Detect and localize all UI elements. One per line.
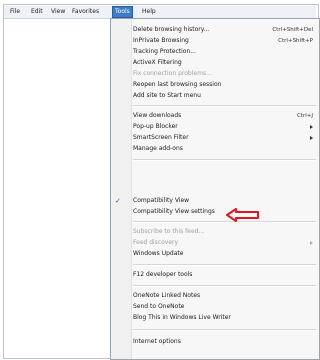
menu-tools[interactable]: Tools bbox=[112, 6, 133, 18]
menu-item-send-to-onenote[interactable]: Send to OneNote bbox=[133, 302, 184, 312]
menu-item-blog-live-writer[interactable]: Blog This in Windows Live Writer bbox=[133, 313, 231, 323]
menu-item-delete-browsing-history[interactable]: Delete browsing history... bbox=[133, 25, 209, 35]
menu-item-inprivate-browsing[interactable]: InPrivate Browsing bbox=[133, 36, 189, 46]
menu-item-activex-filtering[interactable]: ActiveX Filtering bbox=[133, 58, 182, 68]
menu-separator bbox=[133, 264, 316, 266]
submenu-arrow-icon bbox=[310, 135, 313, 140]
menu-edit[interactable]: Edit bbox=[29, 6, 45, 18]
menu-view[interactable]: View bbox=[49, 6, 67, 18]
shortcut-delete-history: Ctrl+Shift+Del bbox=[272, 27, 313, 33]
menu-favorites[interactable]: Favorites bbox=[70, 6, 101, 18]
menu-item-fix-connection-problems: Fix connection problems... bbox=[133, 70, 212, 77]
red-arrow-annotation-icon bbox=[226, 208, 259, 222]
menu-item-reopen-last-session[interactable]: Reopen last browsing session bbox=[133, 80, 221, 90]
menu-item-smartscreen-filter[interactable]: SmartScreen Filter bbox=[133, 133, 189, 143]
menu-item-view-downloads[interactable]: View downloads bbox=[133, 111, 181, 121]
menu-item-add-site-start-menu[interactable]: Add site to Start menu bbox=[133, 91, 201, 101]
menu-separator bbox=[133, 285, 316, 287]
menu-separator bbox=[133, 329, 316, 331]
menu-item-subscribe-feed: Subscribe to this feed... bbox=[133, 228, 205, 235]
submenu-arrow-icon bbox=[310, 124, 313, 129]
menu-item-manage-addons[interactable]: Manage add-ons bbox=[133, 144, 183, 154]
menu-item-internet-options[interactable]: Internet options bbox=[133, 337, 181, 347]
menu-item-compatibility-view-settings[interactable]: Compatibility View settings bbox=[133, 207, 215, 217]
menu-item-compatibility-view[interactable]: Compatibility View bbox=[133, 196, 189, 206]
menu-item-tracking-protection[interactable]: Tracking Protection... bbox=[133, 47, 196, 57]
menu-icon-gutter bbox=[111, 19, 132, 359]
menu-separator bbox=[133, 105, 316, 107]
menu-file[interactable]: File bbox=[8, 6, 22, 18]
menu-separator bbox=[133, 221, 316, 223]
checkmark-icon: ✓ bbox=[115, 197, 121, 205]
menu-separator bbox=[133, 159, 316, 161]
menu-item-onenote-linked-notes[interactable]: OneNote Linked Notes bbox=[133, 291, 200, 301]
submenu-arrow-icon bbox=[310, 240, 313, 245]
tools-dropdown-menu: Delete browsing history... Ctrl+Shift+De… bbox=[110, 18, 320, 360]
shortcut-inprivate: Ctrl+Shift+P bbox=[278, 38, 313, 44]
menu-help[interactable]: Help bbox=[140, 6, 158, 18]
menu-item-feed-discovery: Feed discovery bbox=[133, 239, 179, 246]
menu-item-windows-update[interactable]: Windows Update bbox=[133, 249, 183, 259]
menu-item-popup-blocker[interactable]: Pop-up Blocker bbox=[133, 122, 178, 132]
menu-item-f12-developer-tools[interactable]: F12 developer tools bbox=[133, 270, 192, 280]
shortcut-view-downloads: Ctrl+J bbox=[296, 113, 313, 119]
